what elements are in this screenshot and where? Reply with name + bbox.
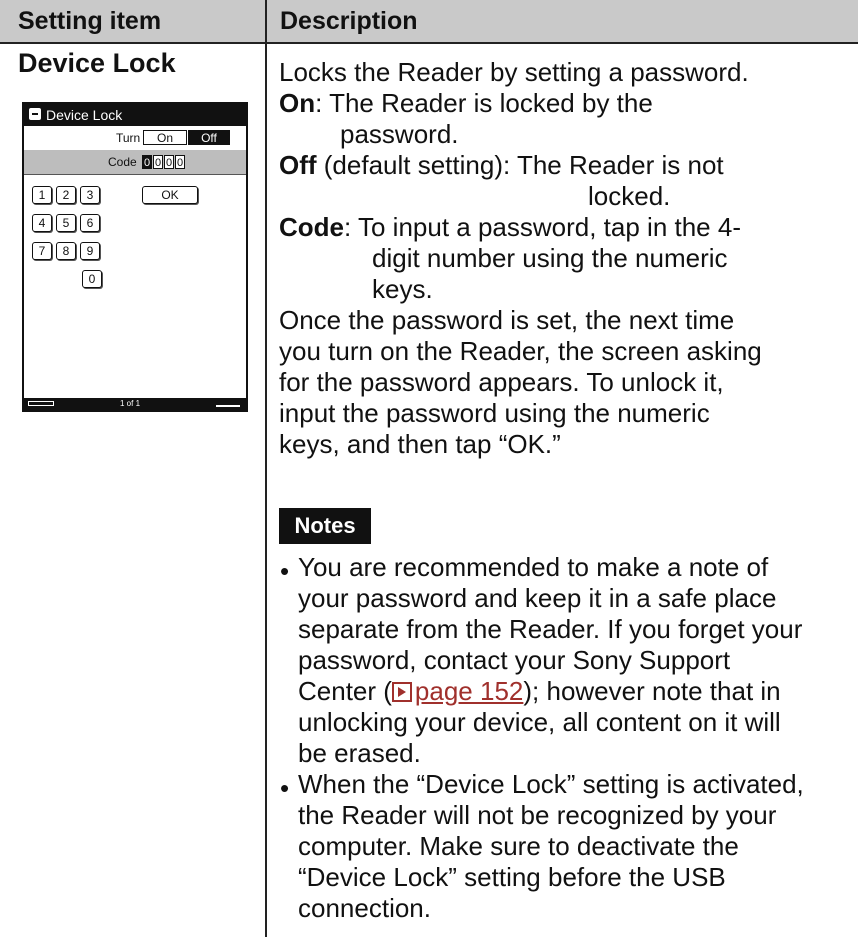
back-icon bbox=[29, 108, 41, 120]
key-5: 5 bbox=[56, 214, 76, 232]
key-1: 1 bbox=[32, 186, 52, 204]
turn-label: Turn bbox=[116, 131, 141, 145]
option-code-text-cont: digit number using the numeric bbox=[372, 243, 728, 273]
code-digit: 0 bbox=[142, 155, 152, 169]
header-setting-item: Setting item bbox=[18, 7, 162, 35]
option-on-text: : The Reader is locked by the bbox=[315, 88, 653, 118]
option-on-text-cont: password. bbox=[340, 119, 459, 149]
column-divider bbox=[265, 0, 267, 937]
note-line: the Reader will not be recognized by you… bbox=[298, 800, 777, 830]
device-title-bar: Device Lock bbox=[24, 104, 246, 126]
key-3: 3 bbox=[80, 186, 100, 204]
turn-row: Turn On Off bbox=[24, 126, 246, 151]
note-line: password, contact your Sony Support bbox=[298, 645, 731, 675]
page-reference-text: page 152 bbox=[414, 676, 524, 706]
table-header-row: Setting item Description bbox=[0, 0, 858, 44]
key-8: 8 bbox=[56, 242, 76, 260]
on-toggle: On bbox=[143, 130, 187, 145]
device-lock-screen-illustration: Device Lock Turn On Off Code 0 0 0 0 1 2… bbox=[22, 102, 248, 412]
arrow-right-icon bbox=[391, 682, 412, 702]
option-off-line: Off (default setting): The Reader is not bbox=[279, 150, 724, 181]
note-line: When the “Device Lock” setting is activa… bbox=[298, 769, 804, 799]
description-paragraph-line: you turn on the Reader, the screen askin… bbox=[279, 336, 762, 366]
option-on-term: On bbox=[279, 88, 316, 118]
key-2: 2 bbox=[56, 186, 76, 204]
description-paragraph-line: Once the password is set, the next time bbox=[279, 305, 735, 335]
option-code-text: : To input a password, tap in the 4- bbox=[344, 212, 741, 242]
bullet-icon: • bbox=[280, 773, 290, 803]
note-line: be erased. bbox=[298, 738, 421, 768]
header-description: Description bbox=[280, 7, 418, 35]
note-text: ); however note that in bbox=[523, 676, 781, 706]
code-digit: 0 bbox=[164, 155, 174, 169]
note-line: your password and keep it in a safe plac… bbox=[298, 583, 777, 613]
key-6: 6 bbox=[80, 214, 100, 232]
option-off-text: (default setting): The Reader is not bbox=[316, 150, 724, 180]
key-9: 9 bbox=[80, 242, 100, 260]
note-line: unlocking your device, all content on it… bbox=[298, 707, 781, 737]
device-status-bar: 1 of 1 bbox=[24, 398, 246, 410]
code-digit: 0 bbox=[153, 155, 163, 169]
code-digit: 0 bbox=[175, 155, 185, 169]
note-line: You are recommended to make a note of bbox=[298, 552, 769, 582]
option-off-term: Off bbox=[279, 150, 317, 180]
page-reference-link[interactable]: page 152 bbox=[391, 676, 524, 706]
key-ok: OK bbox=[142, 186, 198, 204]
note-text: Center ( bbox=[298, 676, 392, 706]
setting-item-title: Device Lock bbox=[18, 48, 176, 78]
option-code-text-cont: keys. bbox=[372, 274, 433, 304]
note-line: “Device Lock” setting before the USB bbox=[298, 862, 726, 892]
off-toggle: Off bbox=[188, 130, 230, 145]
description-paragraph-line: keys, and then tap “OK.” bbox=[279, 429, 561, 459]
key-0: 0 bbox=[82, 270, 102, 288]
note-line-with-link: Center ( page 152); however note that in bbox=[298, 676, 781, 707]
note-line: connection. bbox=[298, 893, 431, 923]
battery-icon bbox=[28, 401, 54, 406]
option-code-term: Code bbox=[279, 212, 344, 242]
note-line: computer. Make sure to deactivate the bbox=[298, 831, 739, 861]
page-indicator: 1 of 1 bbox=[120, 399, 141, 408]
code-label: Code bbox=[108, 155, 137, 169]
note-line: separate from the Reader. If you forget … bbox=[298, 614, 803, 644]
description-intro: Locks the Reader by setting a password. bbox=[279, 57, 749, 87]
key-7: 7 bbox=[32, 242, 52, 260]
bullet-icon: • bbox=[280, 556, 290, 586]
description-paragraph-line: for the password appears. To unlock it, bbox=[279, 367, 724, 397]
device-screen-title: Device Lock bbox=[46, 107, 123, 123]
description-paragraph-line: input the password using the numeric bbox=[279, 398, 710, 428]
code-row: Code 0 0 0 0 bbox=[24, 150, 246, 175]
option-off-text-cont: locked. bbox=[588, 181, 671, 211]
volume-icon bbox=[216, 401, 240, 407]
option-on-line: On: The Reader is locked by the bbox=[279, 88, 653, 119]
key-4: 4 bbox=[32, 214, 52, 232]
notes-badge: Notes bbox=[279, 508, 371, 544]
option-code-line: Code: To input a password, tap in the 4- bbox=[279, 212, 741, 243]
